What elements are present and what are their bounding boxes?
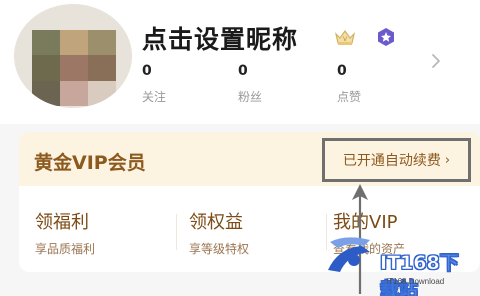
stat-likes-label: 点赞 — [337, 90, 362, 104]
chevron-right-icon[interactable] — [429, 53, 443, 69]
benefit-rights-title: 领权益 — [189, 212, 243, 233]
stat-following[interactable]: 0 关注 — [142, 63, 202, 105]
crown-badge-icon[interactable]: V — [334, 28, 356, 46]
benefit-welfare[interactable]: 领福利 享品质福利 — [35, 208, 95, 257]
watermark-subtext: IT168 Download — [386, 277, 445, 286]
watermark: IT168下载站 IT168 Download — [324, 234, 474, 296]
stat-fans[interactable]: 0 粉丝 — [238, 63, 298, 105]
auto-renew-button[interactable]: 已开通自动续费 › — [322, 138, 471, 182]
avatar[interactable] — [14, 4, 132, 108]
level-badge-icon[interactable] — [376, 27, 396, 47]
benefit-rights-subtitle: 享等级特权 — [189, 242, 250, 256]
benefit-welfare-title: 领福利 — [35, 212, 89, 233]
stat-following-count: 0 — [142, 63, 152, 79]
profile-header: 点击设置昵称 V 0 关注 0 粉丝 0 点赞 — [0, 0, 480, 124]
auto-renew-arrow-icon: › — [444, 152, 451, 168]
nickname-label[interactable]: 点击设置昵称 — [142, 20, 298, 56]
stat-likes[interactable]: 0 点赞 — [337, 63, 397, 105]
stat-fans-label: 粉丝 — [238, 90, 263, 104]
benefit-rights[interactable]: 领权益 享等级特权 — [189, 208, 249, 257]
stat-following-label: 关注 — [142, 90, 167, 104]
stat-likes-count: 0 — [337, 63, 347, 79]
vip-title: 黄金VIP会员 — [34, 152, 146, 174]
watermark-text: IT168下载站 — [380, 252, 459, 296]
stat-fans-count: 0 — [238, 63, 248, 79]
auto-renew-label: 已开通自动续费 — [342, 153, 441, 169]
benefit-welfare-subtitle: 享品质福利 — [35, 242, 96, 256]
benefit-divider — [176, 214, 177, 250]
avatar-mosaic — [32, 30, 116, 106]
vip-header: 黄金VIP会员 已开通自动续费 › — [19, 132, 480, 186]
